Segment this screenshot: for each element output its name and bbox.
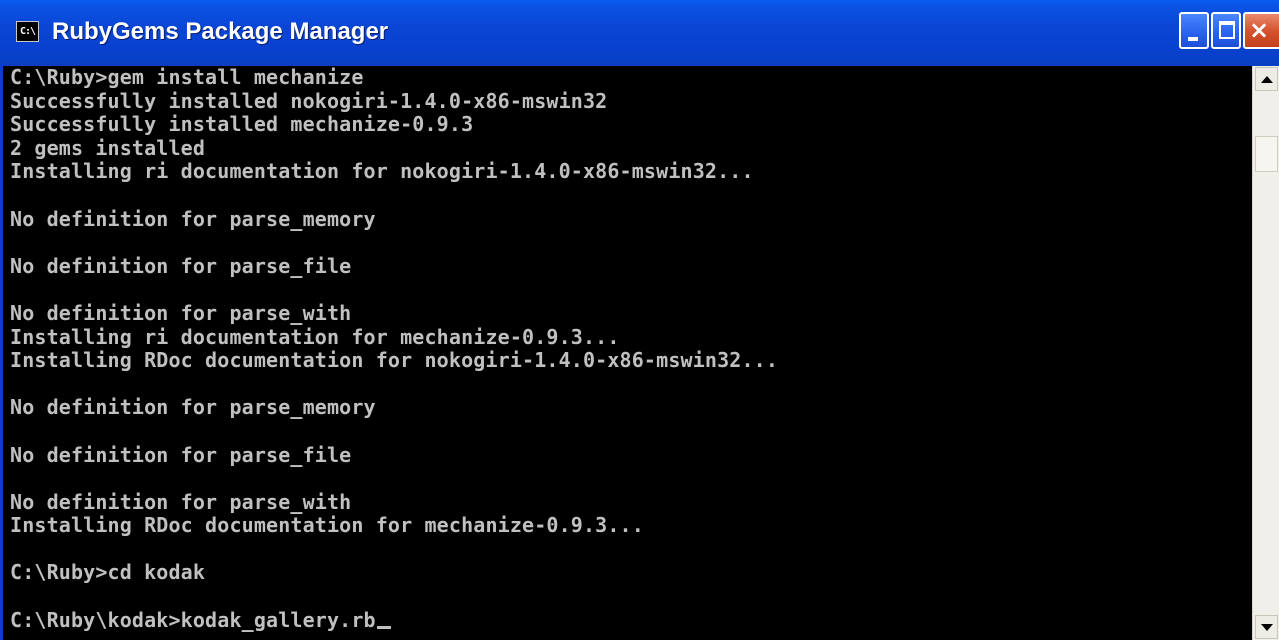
- console-icon[interactable]: C:\: [16, 21, 39, 42]
- window-frame-left: [0, 66, 10, 640]
- console-line: Installing RDoc documentation for nokogi…: [10, 348, 779, 373]
- text-cursor: [376, 625, 391, 629]
- minimize-button[interactable]: [1179, 12, 1209, 49]
- scroll-thumb[interactable]: [1255, 136, 1278, 172]
- console-prompt-text: C:\Ruby\kodak>kodak_gallery.rb: [10, 607, 376, 632]
- scroll-up-arrow-icon[interactable]: [1255, 67, 1278, 91]
- maximize-icon: [1219, 21, 1235, 39]
- console-line: Successfully installed mechanize-0.9.3: [10, 112, 474, 137]
- scroll-down-arrow-icon[interactable]: [1255, 615, 1278, 639]
- title-bar[interactable]: C:\ RubyGems Package Manager ×: [0, 0, 1279, 66]
- console-output[interactable]: C:\Ruby>gem install mechanize Successful…: [10, 66, 1252, 640]
- console-line: 2 gems installed: [10, 135, 206, 160]
- vertical-scrollbar[interactable]: [1252, 66, 1279, 640]
- maximize-button[interactable]: [1211, 12, 1241, 49]
- console-prompt-line[interactable]: C:\Ruby\kodak>kodak_gallery.rb: [10, 607, 1252, 633]
- window-title: RubyGems Package Manager: [52, 18, 389, 45]
- console-line: No definition for parse_with: [10, 300, 352, 325]
- console-line: Installing RDoc documentation for mechan…: [10, 513, 644, 538]
- console-line: Successfully installed nokogiri-1.4.0-x8…: [10, 88, 608, 113]
- console-line: No definition for parse_file: [10, 253, 352, 278]
- console-line: No definition for parse_memory: [10, 206, 376, 231]
- console-line: Installing ri documentation for mechaniz…: [10, 324, 620, 349]
- console-line: C:\Ruby>cd kodak: [10, 560, 206, 585]
- close-button[interactable]: ×: [1243, 12, 1279, 49]
- console-window: C:\ RubyGems Package Manager × C:\Ruby>g…: [0, 0, 1279, 640]
- console-line: No definition for parse_file: [10, 442, 352, 467]
- close-icon: ×: [1248, 16, 1270, 44]
- console-line: No definition for parse_with: [10, 489, 352, 514]
- console-line: C:\Ruby>gem install mechanize: [10, 66, 364, 89]
- console-line: Installing ri documentation for nokogiri…: [10, 159, 754, 184]
- minimize-icon: [1188, 37, 1198, 41]
- console-line: No definition for parse_memory: [10, 395, 376, 420]
